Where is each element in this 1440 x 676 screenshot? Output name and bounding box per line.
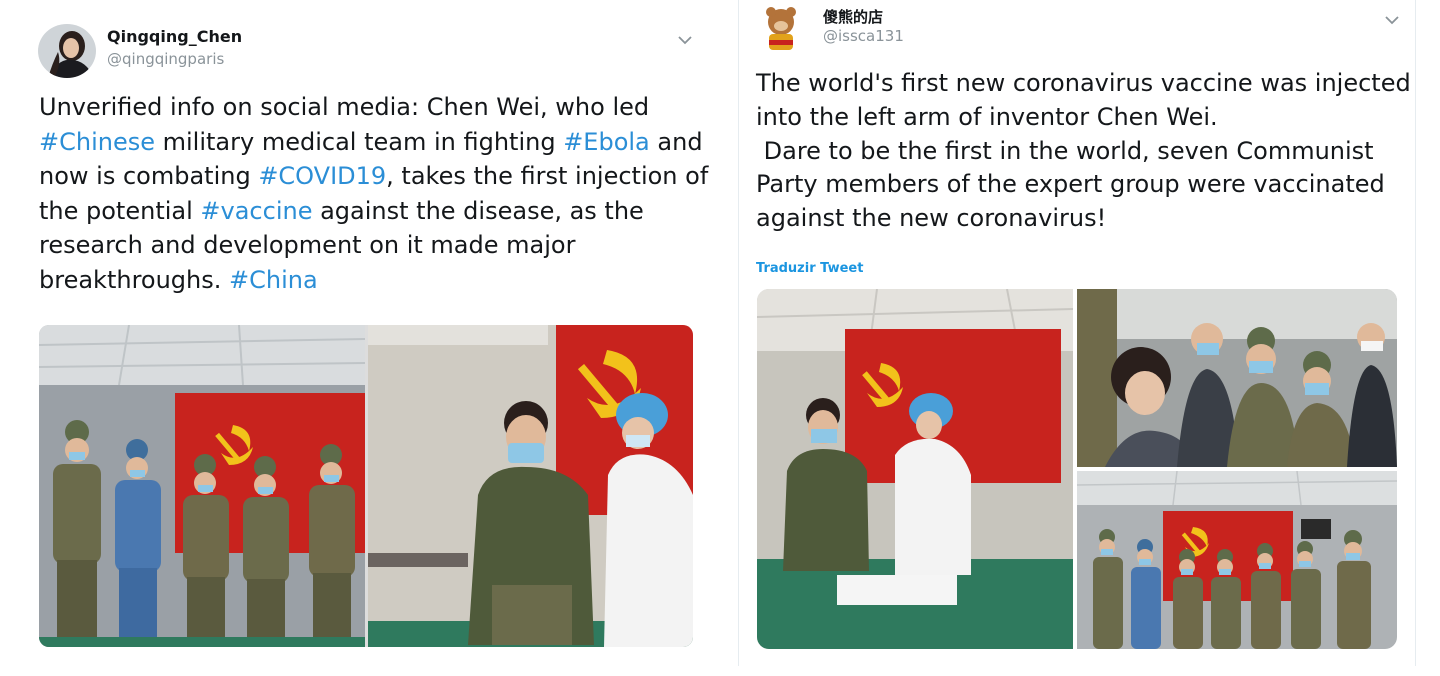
tweet-text: Unverified info on social media: Chen We… (39, 90, 709, 297)
hashtag-link[interactable]: #Ebola (563, 128, 650, 156)
tweet-text-line: now is combating #COVID19, takes the fir… (39, 159, 709, 194)
photo-injection[interactable] (757, 289, 1073, 649)
chevron-down-icon[interactable] (678, 30, 692, 45)
tweet-card-right: 傻熊的店 @issca131 The world's first new cor… (738, 0, 1416, 666)
tweet-text-line: research and development on it made majo… (39, 228, 709, 263)
tweet-text: The world's first new coronavirus vaccin… (756, 67, 1411, 236)
hashtag-link[interactable]: #Chinese (39, 128, 155, 156)
chevron-down-icon[interactable] (1385, 10, 1399, 25)
tweet-text-line: breakthroughs. #China (39, 263, 709, 298)
avatar[interactable] (757, 4, 805, 52)
hashtag-link[interactable]: #China (229, 266, 318, 294)
tweet-text-line: Unverified info on social media: Chen We… (39, 90, 709, 125)
tweet-text-segment: , takes the first injection of (386, 162, 709, 190)
translate-tweet-link[interactable]: Traduzir Tweet (756, 261, 863, 276)
tweet-text-segment: now is combating (39, 162, 259, 190)
author-handle[interactable]: @issca131 (823, 27, 904, 45)
tweet-text-segment: and (649, 127, 703, 156)
tweet-text-line: into the left arm of inventor Chen Wei. (756, 102, 1218, 131)
tweet-text-line: Party members of the expert group were v… (756, 170, 1385, 199)
tweet-media[interactable] (757, 289, 1397, 649)
tweet-text-line: The world's first new coronavirus vaccin… (756, 69, 1411, 97)
author-name[interactable]: Qingqing_Chen (107, 27, 242, 46)
tweet-text-segment: against the disease, as the (312, 196, 644, 225)
tweet-text-segment: Unverified info on social media: Chen We… (39, 93, 650, 121)
tweet-text-segment: research and development on it made majo… (39, 231, 576, 259)
avatar[interactable] (38, 24, 96, 78)
hashtag-link[interactable]: #vaccine (200, 197, 312, 225)
photo-group-officers[interactable] (1077, 471, 1397, 649)
photo-crowd[interactable] (1077, 289, 1397, 467)
photo-group-officers[interactable] (39, 325, 365, 647)
hashtag-link[interactable]: #COVID19 (258, 162, 386, 190)
author-handle[interactable]: @qingqingparis (107, 50, 224, 68)
tweet-text-segment: military medical team in fighting (155, 127, 564, 156)
tweet-text-segment: breakthroughs. (39, 265, 230, 294)
tweet-text-line: the potential #vaccine against the disea… (39, 194, 709, 229)
tweet-text-segment: the potential (39, 196, 201, 225)
tweet-text-line: Dare to be the first in the world, seven… (756, 136, 1374, 165)
tweet-card-left: Qingqing_Chen @qingqingparis Unverified … (0, 0, 730, 676)
tweet-media[interactable] (39, 325, 693, 647)
author-name[interactable]: 傻熊的店 (823, 6, 883, 27)
photo-injection[interactable] (368, 325, 693, 647)
tweet-text-line: #Chinese military medical team in fighti… (39, 125, 709, 160)
tweet-text-line: against the new coronavirus! (756, 204, 1107, 233)
